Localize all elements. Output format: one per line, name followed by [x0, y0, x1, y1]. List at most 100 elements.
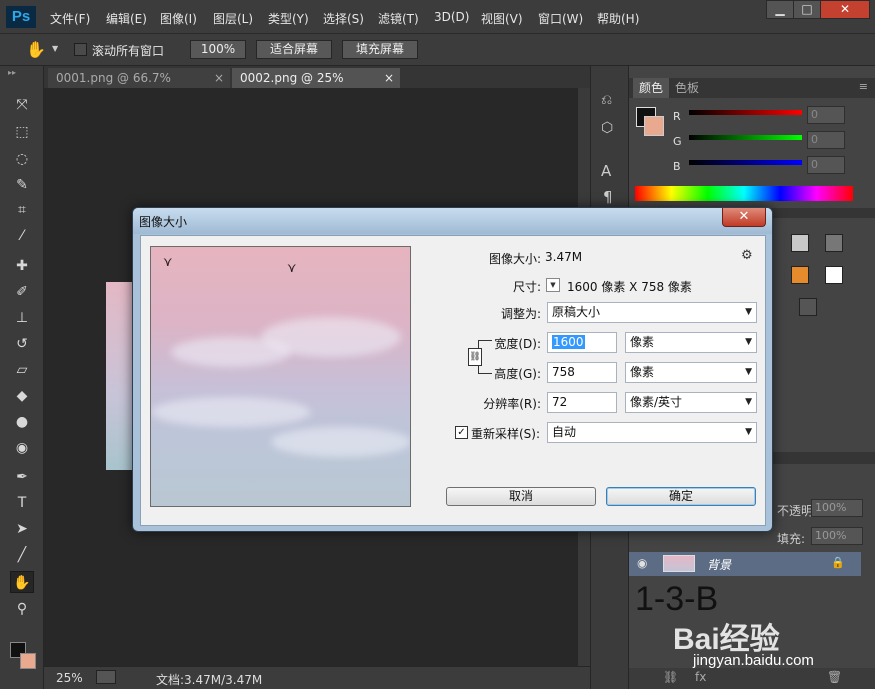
- type-tool-icon[interactable]: T: [10, 492, 34, 514]
- hand-tool-icon[interactable]: ✋: [10, 571, 34, 593]
- pen-tool-icon[interactable]: ✒: [10, 466, 34, 488]
- gear-icon[interactable]: ⚙: [741, 248, 753, 263]
- character-icon[interactable]: A: [601, 162, 611, 180]
- history-icon[interactable]: ⎌: [601, 92, 612, 108]
- image-preview[interactable]: ⋎ ⋎ ˇ: [150, 246, 411, 507]
- share-icon[interactable]: [96, 670, 116, 684]
- height-unit-value: 像素: [630, 365, 655, 379]
- width-unit-value: 像素: [630, 335, 655, 349]
- tab-color[interactable]: 颜色: [633, 78, 670, 98]
- line-tool-icon[interactable]: ╱: [10, 544, 34, 566]
- menu-select[interactable]: 选择(S): [323, 10, 364, 27]
- width-input[interactable]: 1600: [547, 332, 617, 353]
- resolution-input[interactable]: 72: [547, 392, 617, 413]
- cancel-button[interactable]: 取消: [446, 487, 596, 506]
- zoom-100-button[interactable]: 100%: [190, 40, 246, 59]
- menu-file[interactable]: 文件(F): [50, 10, 90, 27]
- style-swatch[interactable]: [799, 298, 817, 316]
- menu-layer[interactable]: 图层(L): [213, 10, 253, 27]
- history-brush-icon[interactable]: ↺: [10, 333, 34, 355]
- width-unit-select[interactable]: 像素 ▼: [625, 332, 757, 353]
- menu-3d[interactable]: 3D(D): [434, 10, 469, 24]
- maximize-button[interactable]: □: [793, 0, 821, 19]
- layer-thumbnail: [663, 555, 695, 572]
- fit-screen-button[interactable]: 适合屏幕: [256, 40, 332, 59]
- dialog-title: 图像大小: [139, 215, 188, 229]
- eyedropper-icon[interactable]: ⁄: [10, 225, 34, 247]
- properties-icon[interactable]: ⬡: [601, 120, 613, 136]
- collapse-icon[interactable]: ▸▸: [8, 68, 16, 77]
- resample-checkbox[interactable]: ✓: [455, 426, 468, 439]
- stamp-tool-icon[interactable]: ⊥: [10, 307, 34, 329]
- tab-swatches[interactable]: 色板: [669, 78, 705, 98]
- blur-tool-icon[interactable]: ●: [10, 411, 34, 433]
- crop-tool-icon[interactable]: ⌗: [10, 199, 34, 221]
- zoom-tool-icon[interactable]: ⚲: [10, 598, 34, 620]
- paint-bucket-icon[interactable]: ◆: [10, 385, 34, 407]
- tools-panel: ▸▸ ⤧ ⬚ ◌ ✎ ⌗ ⁄ ✚ ✐ ⊥ ↺ ▱ ◆ ● ◉ ✒ T ➤ ╱ ✋…: [0, 66, 44, 689]
- menu-window[interactable]: 窗口(W): [538, 10, 583, 27]
- bg-color-box[interactable]: [644, 116, 664, 136]
- photoshop-logo: Ps: [6, 6, 36, 28]
- lasso-tool-icon[interactable]: ◌: [10, 148, 34, 170]
- paragraph-icon[interactable]: ¶: [603, 188, 613, 206]
- move-tool-icon[interactable]: ⤧: [10, 94, 34, 116]
- minimize-button[interactable]: ▁: [766, 0, 794, 19]
- height-unit-select[interactable]: 像素 ▼: [625, 362, 757, 383]
- dialog-title-bar[interactable]: 图像大小 ✕: [133, 208, 772, 234]
- ok-button[interactable]: 确定: [606, 487, 756, 506]
- resolution-unit-select[interactable]: 像素/英寸 ▼: [625, 392, 757, 413]
- resample-select[interactable]: 自动 ▼: [547, 422, 757, 443]
- dialog-close-button[interactable]: ✕: [722, 208, 766, 227]
- menu-image[interactable]: 图像(I): [160, 10, 197, 27]
- zoom-level[interactable]: 25%: [56, 671, 83, 685]
- style-swatch[interactable]: [825, 234, 843, 252]
- fx-icon[interactable]: fx: [695, 670, 706, 684]
- color-spectrum[interactable]: [635, 186, 853, 201]
- panel-menu-icon[interactable]: ≡: [859, 80, 868, 93]
- blue-value[interactable]: 0: [807, 156, 845, 174]
- healing-brush-icon[interactable]: ✚: [10, 255, 34, 277]
- blue-slider[interactable]: [689, 160, 802, 165]
- menu-filter[interactable]: 滤镜(T): [378, 10, 419, 27]
- opacity-value[interactable]: 100%: [811, 499, 863, 517]
- layers-footer: ⛓ fx 🗑: [629, 668, 875, 689]
- menu-edit[interactable]: 编辑(E): [106, 10, 147, 27]
- menu-view[interactable]: 视图(V): [481, 10, 523, 27]
- layer-row[interactable]: ◉ 背景 🔒: [629, 552, 861, 576]
- background-color-swatch[interactable]: [20, 653, 36, 669]
- close-window-button[interactable]: ✕: [820, 0, 870, 19]
- red-value[interactable]: 0: [807, 106, 845, 124]
- tab-0001[interactable]: 0001.png @ 66.7%(RGB/8#) ×: [48, 68, 230, 105]
- fill-screen-button[interactable]: 填充屏幕: [342, 40, 418, 59]
- dodge-tool-icon[interactable]: ◉: [10, 437, 34, 459]
- path-select-icon[interactable]: ➤: [10, 518, 34, 540]
- fill-value[interactable]: 100%: [811, 527, 863, 545]
- fit-to-select[interactable]: 原稿大小 ▼: [547, 302, 757, 323]
- menu-type[interactable]: 类型(Y): [268, 10, 309, 27]
- resample-value: 自动: [552, 425, 577, 439]
- fill-label: 填充:: [777, 532, 806, 546]
- trash-icon[interactable]: 🗑: [827, 670, 842, 684]
- menu-help[interactable]: 帮助(H): [597, 10, 639, 27]
- red-slider[interactable]: [689, 110, 802, 115]
- green-value[interactable]: 0: [807, 131, 845, 149]
- eraser-icon[interactable]: ▱: [10, 359, 34, 381]
- height-input[interactable]: 758: [547, 362, 617, 383]
- tab-0002[interactable]: 0002.png @ 25%(RGB/8#) ×: [232, 68, 400, 105]
- close-icon[interactable]: ×: [384, 68, 394, 88]
- link-icon[interactable]: ⛓: [663, 670, 678, 684]
- chevron-down-icon[interactable]: ▼: [52, 44, 58, 53]
- marquee-tool-icon[interactable]: ⬚: [10, 121, 34, 143]
- scroll-all-checkbox[interactable]: [74, 43, 87, 56]
- hand-icon[interactable]: ✋: [26, 40, 46, 59]
- style-swatch[interactable]: [791, 234, 809, 252]
- style-swatch[interactable]: [791, 266, 809, 284]
- close-icon[interactable]: ×: [214, 68, 224, 88]
- brush-tool-icon[interactable]: ✐: [10, 281, 34, 303]
- eye-icon[interactable]: ◉: [637, 556, 647, 570]
- dimensions-unit-dropdown[interactable]: ▼: [546, 278, 560, 292]
- style-swatch[interactable]: [825, 266, 843, 284]
- green-slider[interactable]: [689, 135, 802, 140]
- quick-select-icon[interactable]: ✎: [10, 174, 34, 196]
